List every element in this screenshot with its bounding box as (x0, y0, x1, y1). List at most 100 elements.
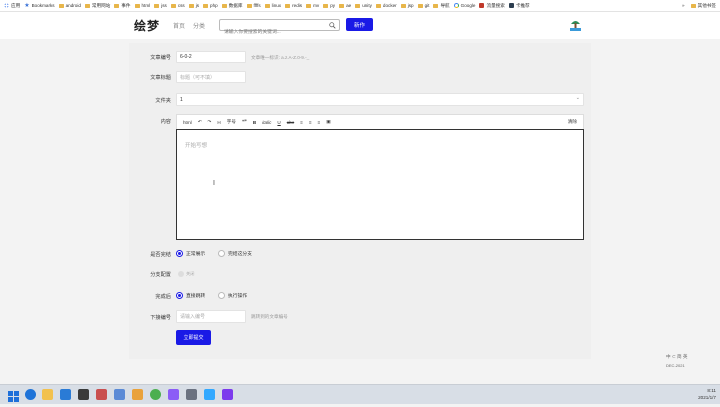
toolbar-button[interactable]: ≡ (309, 120, 312, 125)
ime-widget[interactable]: 中 ⊂ 简 英 DEC-2021 (666, 354, 720, 376)
toolbar-button[interactable]: 字号 (227, 119, 236, 125)
title-field[interactable]: 标题（可不填） (176, 71, 246, 83)
bookmark-item[interactable]: redis (285, 1, 302, 11)
bookmark-item[interactable]: ffffs (246, 1, 261, 11)
bookmark-label: 应用 (11, 2, 21, 8)
folder-icon (203, 3, 209, 8)
windows-start-icon[interactable] (8, 389, 19, 402)
app-icon-2[interactable] (96, 389, 107, 400)
bookmark-item[interactable]: js (188, 1, 199, 11)
site-header: 绘梦 首页 分类 新作 (0, 12, 720, 39)
app-icon-5[interactable] (168, 389, 179, 400)
toolbar-button[interactable]: B (253, 120, 256, 125)
bookmark-item[interactable]: jsp (400, 1, 414, 11)
tray-date: 2021/1/7 (698, 395, 716, 400)
bookmark-item[interactable]: git (417, 1, 429, 11)
app-icon-4[interactable] (132, 389, 143, 400)
bookmark-item[interactable]: unity (355, 1, 372, 11)
bookmark-item[interactable]: 卡推荐 (508, 1, 530, 11)
bookmark-label: redis (292, 3, 303, 8)
bookmark-item[interactable]: linux (264, 1, 282, 11)
nav-category[interactable]: 分类 (193, 21, 205, 30)
branch-toggle[interactable]: 关闭 (178, 271, 194, 277)
bookmark-item[interactable]: css (170, 1, 185, 11)
bookmark-item[interactable]: jss (154, 1, 167, 11)
bookmark-label: jss (161, 3, 167, 8)
bookmark-item[interactable]: 应用 (4, 1, 20, 11)
toolbar-button[interactable]: ↶ (198, 119, 202, 125)
edge-icon[interactable] (25, 389, 36, 400)
next-no-hint: 跳转到的文章编号 (251, 314, 288, 319)
chrome-icon[interactable] (150, 389, 161, 400)
nav-home[interactable]: 首页 (173, 21, 185, 30)
new-button[interactable]: 新作 (346, 18, 373, 31)
other-bookmarks[interactable]: 其他书签 (698, 3, 716, 9)
category-select[interactable]: 1 ⌄ (176, 93, 584, 106)
bookmark-label: mv (313, 3, 320, 8)
app-icon[interactable] (78, 389, 89, 400)
radio-dot-checked (176, 250, 183, 257)
bookmark-item[interactable]: 常用网站 (84, 1, 110, 11)
search-box (219, 19, 340, 38)
site-logo[interactable]: 绘梦 (134, 17, 160, 34)
toolbar-button[interactable]: html (183, 120, 192, 125)
radio-normal[interactable]: 正常展示 (176, 250, 205, 257)
folder-icon (323, 3, 329, 8)
bookmark-label: 事件 (121, 2, 131, 8)
bookmark-item[interactable]: 流量搜索 (479, 1, 505, 11)
app-icon-3[interactable] (114, 389, 125, 400)
clear-format-button[interactable]: 清除 (568, 119, 577, 125)
bookmark-label: ffffs (253, 3, 261, 8)
radio-redirect[interactable]: 直接跳转 (176, 292, 205, 299)
bookmark-item[interactable]: html (134, 1, 150, 11)
text-cursor-icon: I (213, 180, 215, 187)
search-icon[interactable] (329, 22, 336, 29)
toolbar-button[interactable]: H (217, 120, 220, 125)
bookmark-item[interactable]: ★ Bookmarks (24, 1, 54, 11)
toolbar-button[interactable]: ≡ (318, 120, 321, 125)
radio-action[interactable]: 执行操作 (218, 292, 247, 299)
bookmark-item[interactable]: android (58, 1, 81, 11)
premiere-icon[interactable] (222, 389, 233, 400)
folder-icon (221, 3, 227, 8)
photoshop-icon[interactable] (204, 389, 215, 400)
content-label: 内容 (160, 119, 171, 125)
file-explorer-icon[interactable] (42, 389, 53, 400)
toolbar-button[interactable]: ▣ (326, 119, 330, 125)
bookmark-item[interactable]: mv (306, 1, 319, 11)
app-icon-6[interactable] (186, 389, 197, 400)
folder-icon (417, 3, 423, 8)
system-tray[interactable]: 8:11 2021/1/7 (698, 387, 716, 401)
bookmark-label: linux (271, 3, 282, 8)
chapter-no-field[interactable]: 6-0-2 (176, 51, 246, 63)
folder-icon (285, 3, 291, 8)
bookmark-item[interactable]: docker (375, 1, 397, 11)
search-input[interactable] (220, 27, 320, 38)
bookmark-item[interactable]: 事件 (114, 1, 131, 11)
radio-complete-branch[interactable]: 完结这分支 (218, 250, 252, 257)
folder-icon (339, 3, 345, 8)
bookmark-item[interactable]: ae (339, 1, 351, 11)
folder-icon (690, 3, 696, 8)
bookmark-item[interactable]: php (203, 1, 218, 11)
toolbar-button[interactable]: U (277, 120, 280, 125)
bookmark-item[interactable]: Google (453, 1, 475, 11)
ime-modes: 中 ⊂ 简 英 (666, 354, 688, 359)
radio-dot-checked (176, 292, 183, 299)
bookmark-item[interactable]: 数据库 (221, 1, 243, 11)
toolbar-button[interactable]: abc (287, 120, 294, 125)
editor-toolbar: html ↶ ↷ H 字号 ❝❞ Bitalic Uabc ≡ ≡ ≡ ▣ 清除 (176, 114, 584, 130)
toolbar-button[interactable]: ❝❞ (242, 119, 247, 125)
more-bookmarks-button[interactable]: » (682, 3, 685, 8)
toolbar-button[interactable]: ≡ (300, 120, 303, 125)
content-editor[interactable]: 开始写想 I (176, 129, 584, 240)
submit-button[interactable]: 立即提交 (176, 330, 211, 345)
next-no-field[interactable]: 请输入编号 (176, 310, 246, 323)
bookmark-item[interactable]: 导航 (433, 1, 450, 11)
toolbar-button[interactable]: ↷ (208, 119, 212, 125)
toolbar-button[interactable]: italic (262, 120, 271, 125)
avatar[interactable] (569, 18, 582, 32)
bookmark-item[interactable]: py (323, 1, 335, 11)
bookmark-label: Bookmarks (31, 3, 55, 8)
vscode-icon[interactable] (60, 389, 71, 400)
